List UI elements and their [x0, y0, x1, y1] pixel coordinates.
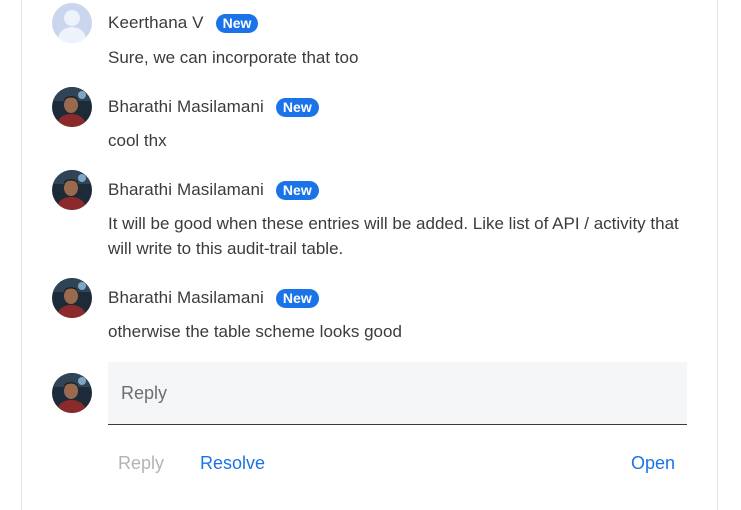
profile-photo	[52, 278, 92, 318]
new-badge: New	[275, 288, 319, 308]
comment-body: Sure, we can incorporate that too	[108, 48, 359, 67]
comment-author: Bharathi Masilamani	[108, 97, 264, 116]
comment-author: Bharathi Masilamani	[108, 288, 264, 307]
reply-button[interactable]: Reply	[118, 452, 164, 474]
profile-photo	[52, 87, 92, 127]
avatar	[52, 278, 92, 318]
avatar	[52, 3, 92, 43]
open-button[interactable]: Open	[631, 452, 675, 474]
new-badge: New	[275, 97, 319, 117]
resolve-button[interactable]: Resolve	[200, 452, 265, 474]
comment-header: Bharathi Masilamani New	[108, 286, 319, 310]
profile-photo	[52, 373, 92, 413]
profile-photo	[52, 170, 92, 210]
comment-body: It will be good when these entries will …	[108, 214, 679, 258]
avatar	[52, 87, 92, 127]
comment-header: Bharathi Masilamani New	[108, 178, 319, 202]
current-user-avatar	[52, 373, 92, 413]
comment-header: Keerthana V New	[108, 11, 259, 35]
comment-body: otherwise the table scheme looks good	[108, 322, 402, 341]
avatar	[52, 170, 92, 210]
new-badge: New	[215, 13, 259, 33]
comment-body: cool thx	[108, 131, 167, 150]
comment-header: Bharathi Masilamani New	[108, 95, 319, 119]
comment-author: Bharathi Masilamani	[108, 180, 264, 199]
new-badge: New	[275, 180, 319, 200]
default-person-icon	[52, 3, 92, 43]
comment-author: Keerthana V	[108, 13, 204, 32]
reply-field[interactable]	[108, 362, 687, 425]
reply-input[interactable]	[108, 362, 687, 424]
